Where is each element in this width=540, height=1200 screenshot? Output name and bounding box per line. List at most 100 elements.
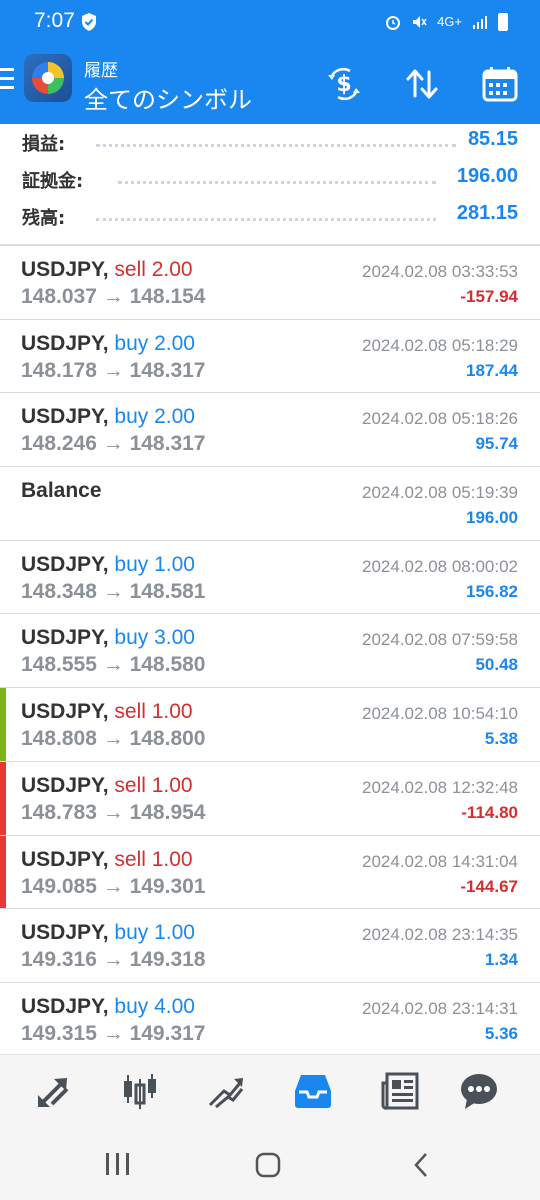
deal-title: USDJPY, buy 1.00 [21, 553, 195, 577]
menu-icon[interactable] [0, 68, 16, 92]
deal-time: 2024.02.08 07:59:58 [362, 630, 518, 650]
deal-profit: 1.34 [484, 950, 518, 970]
deal-time: 2024.02.08 14:31:04 [362, 851, 518, 871]
status-bar: 7:07 4G+ [0, 0, 540, 44]
back-icon[interactable] [410, 1151, 432, 1179]
deal-list: USDJPY, sell 2.00 148.037 → 148.154 2024.0… [0, 246, 540, 1057]
deal-row[interactable]: USDJPY, sell 1.00 148.783 → 148.954 2024.0… [0, 761, 540, 836]
deal-side: sell 1.00 [114, 773, 193, 797]
deal-profit: 196.00 [466, 508, 518, 528]
deal-row[interactable]: USDJPY, sell 2.00 148.037 → 148.154 2024.0… [0, 246, 540, 320]
deal-side: buy 3.00 [114, 626, 195, 650]
deal-profit: 5.38 [484, 729, 518, 749]
deal-prices: 148.808 → 148.800 [21, 727, 206, 751]
recent-apps-icon[interactable] [104, 1152, 132, 1176]
dotted-leader [96, 144, 456, 147]
chart-candles-icon[interactable] [120, 1071, 160, 1111]
deal-time: 2024.02.08 10:54:10 [362, 704, 518, 724]
history-inbox-icon[interactable] [293, 1071, 333, 1111]
deal-symbol: USDJPY, [21, 405, 109, 429]
deal-row[interactable]: USDJPY, buy 2.00 148.246 → 148.317 2024.02… [0, 393, 540, 468]
deal-profit: -114.80 [461, 802, 518, 822]
deal-row[interactable]: USDJPY, buy 1.00 148.348 → 148.581 2024.02… [0, 540, 540, 615]
summary-value: 281.15 [456, 202, 518, 224]
currency-exchange-icon[interactable]: $ [326, 66, 362, 102]
deal-marker [0, 688, 6, 761]
summary-row-profit: 損益: 85.15 [0, 126, 540, 162]
deal-side: buy 2.00 [114, 331, 195, 355]
deal-time: 2024.02.08 05:18:29 [362, 335, 518, 355]
deal-profit: 95.74 [475, 434, 518, 454]
deal-title: USDJPY, buy 2.00 [21, 405, 195, 429]
deal-side: buy 1.00 [114, 921, 195, 945]
deal-profit: 187.44 [466, 360, 518, 380]
deal-row[interactable]: USDJPY, sell 1.00 149.085 → 149.301 2024.0… [0, 835, 540, 910]
deal-symbol: USDJPY, [21, 921, 109, 945]
deal-time: 2024.02.08 05:19:39 [362, 483, 518, 503]
deal-prices: 148.246 → 148.317 [21, 432, 206, 456]
deal-row[interactable]: USDJPY, buy 3.00 148.555 → 148.580 2024.02… [0, 614, 540, 689]
deal-prices: 148.555 → 148.580 [21, 653, 206, 677]
deal-profit: -144.67 [460, 876, 518, 896]
signal-icon [473, 16, 487, 29]
deal-profit: -157.94 [460, 287, 518, 306]
deal-profit: 5.36 [484, 1023, 518, 1043]
deal-row[interactable]: USDJPY, sell 1.00 148.808 → 148.800 2024.0… [0, 688, 540, 762]
trade-icon[interactable] [206, 1071, 246, 1111]
deal-symbol: USDJPY, [21, 773, 109, 797]
summary-row-margin: 証拠金: 196.00 [0, 163, 540, 199]
deal-symbol: USDJPY, [21, 700, 109, 724]
deal-symbol: USDJPY, [21, 626, 109, 650]
summary-panel: 損益: 85.15 証拠金: 196.00 残高: 281.15 [0, 124, 540, 244]
deal-time: 2024.02.08 23:14:35 [362, 925, 518, 945]
deal-symbol: USDJPY, [21, 994, 109, 1018]
network-label: 4G+ [437, 14, 462, 29]
status-icons: 4G+ [385, 12, 508, 32]
deal-row[interactable]: Balance 2024.02.08 05:19:39 196.00 [0, 467, 540, 541]
deal-time: 2024.02.08 08:00:02 [362, 556, 518, 576]
mute-icon [413, 16, 427, 28]
app-header: 履歴 全てのシンボル $ [0, 44, 540, 124]
app-logo [24, 54, 72, 102]
shield-check-icon [82, 13, 96, 31]
deal-marker [0, 835, 6, 909]
deal-title: USDJPY, sell 1.00 [21, 700, 193, 724]
deal-title: USDJPY, buy 4.00 [21, 995, 195, 1019]
deal-prices: 148.783 → 148.954 [21, 800, 206, 824]
alarm-icon [386, 16, 401, 30]
deal-title: USDJPY, sell 1.00 [21, 848, 193, 872]
deal-symbol: USDJPY, [21, 847, 109, 871]
deal-time: 2024.02.08 23:14:31 [362, 998, 518, 1018]
deal-title: USDJPY, sell 2.00 [21, 258, 193, 282]
deal-symbol: Balance [21, 479, 102, 503]
summary-value: 85.15 [467, 128, 518, 150]
deal-profit: 156.82 [466, 581, 518, 601]
deal-prices: 148.037 → 148.154 [21, 285, 206, 308]
header-title[interactable]: 全てのシンボル [84, 80, 252, 115]
news-icon[interactable] [380, 1071, 420, 1111]
deal-symbol: USDJPY, [21, 331, 109, 355]
home-icon[interactable] [255, 1152, 281, 1178]
deal-prices: 149.316 → 149.318 [21, 948, 206, 972]
deal-row[interactable]: USDJPY, buy 1.00 149.316 → 149.318 2024.02… [0, 909, 540, 983]
deal-prices: 148.348 → 148.581 [21, 579, 206, 603]
deal-title: USDJPY, buy 1.00 [21, 921, 195, 945]
calendar-icon[interactable] [482, 66, 518, 102]
deal-side: sell 2.00 [114, 258, 193, 281]
summary-value: 196.00 [456, 165, 518, 187]
deal-side: buy 2.00 [114, 405, 195, 429]
deal-profit: 50.48 [475, 655, 518, 675]
status-time: 7:07 [34, 9, 75, 32]
dotted-leader [96, 218, 436, 221]
summary-row-balance: 残高: 281.15 [0, 200, 540, 236]
deal-title: Balance [21, 479, 102, 503]
header-subtitle: 履歴 [84, 61, 118, 81]
deal-prices: 149.085 → 149.301 [21, 874, 206, 898]
deal-row[interactable]: USDJPY, buy 4.00 149.315 → 149.317 2024.02… [0, 982, 540, 1057]
sort-icon[interactable] [404, 66, 440, 102]
deal-row[interactable]: USDJPY, buy 2.00 148.178 → 148.317 2024.02… [0, 319, 540, 394]
chat-icon[interactable] [459, 1071, 499, 1111]
quotes-icon[interactable] [34, 1071, 74, 1111]
system-nav-bar [0, 1126, 540, 1200]
deal-marker [0, 761, 6, 835]
